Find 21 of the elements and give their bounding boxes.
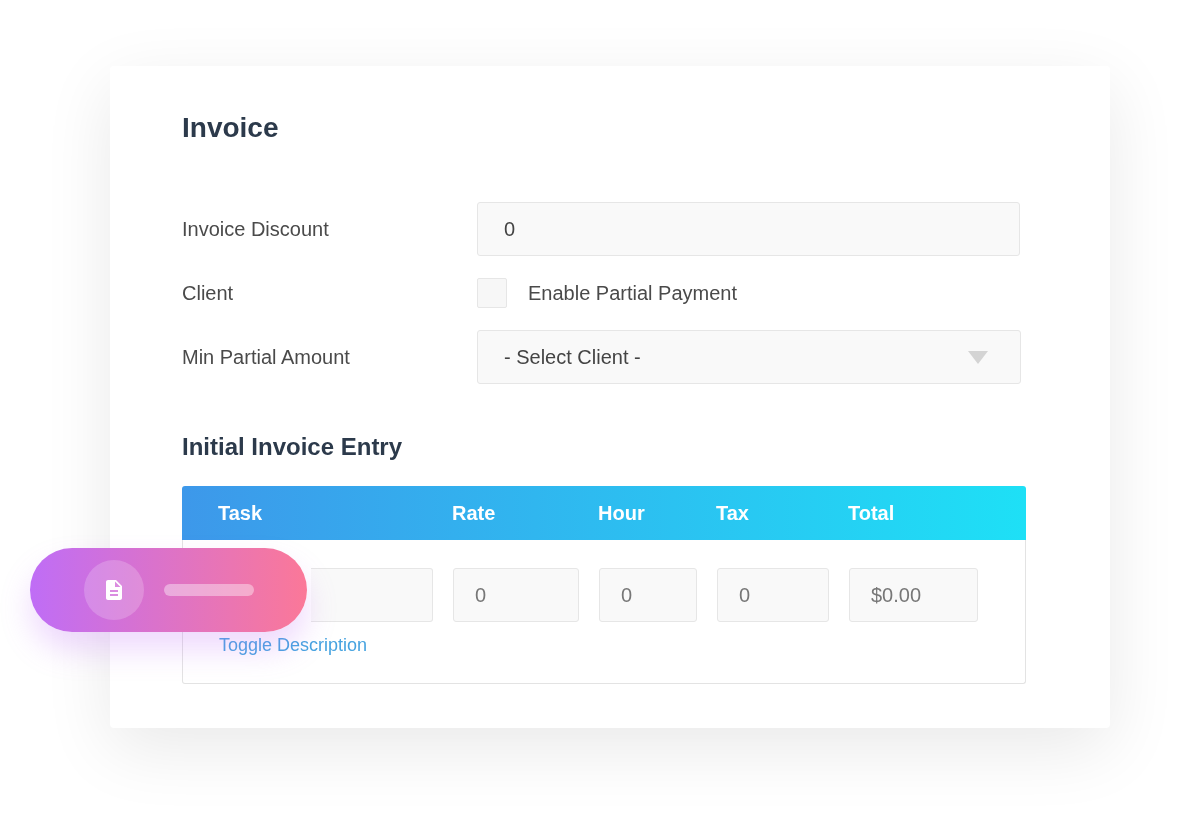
input-field[interactable]: 0 bbox=[599, 568, 697, 622]
column-header: Rate bbox=[452, 502, 496, 524]
column-header: Hour bbox=[598, 502, 645, 524]
form-title: Invoice bbox=[182, 111, 279, 145]
caret-icon bbox=[968, 350, 988, 364]
field-label: Client bbox=[182, 281, 235, 306]
column-header: Total bbox=[848, 502, 895, 524]
input-field[interactable]: 0 bbox=[453, 568, 579, 622]
column-header: Tax bbox=[716, 502, 749, 524]
input-field[interactable] bbox=[311, 568, 433, 622]
input-field[interactable]: 0 bbox=[477, 202, 1020, 256]
column-header: Task bbox=[218, 502, 263, 524]
select-dropdown[interactable]: - Select Client - bbox=[477, 330, 1021, 384]
checkbox[interactable] bbox=[477, 278, 507, 308]
field-label: Min Partial Amount bbox=[182, 345, 351, 370]
toggle-description-link[interactable]: Toggle Description bbox=[219, 633, 368, 657]
input-field[interactable]: $0.00 bbox=[849, 568, 978, 622]
input-field[interactable]: 0 bbox=[717, 568, 829, 622]
field-label: Invoice Discount bbox=[182, 217, 330, 242]
checkbox-label: Enable Partial Payment bbox=[528, 281, 737, 306]
section-title: Initial Invoice Entry bbox=[182, 432, 403, 462]
